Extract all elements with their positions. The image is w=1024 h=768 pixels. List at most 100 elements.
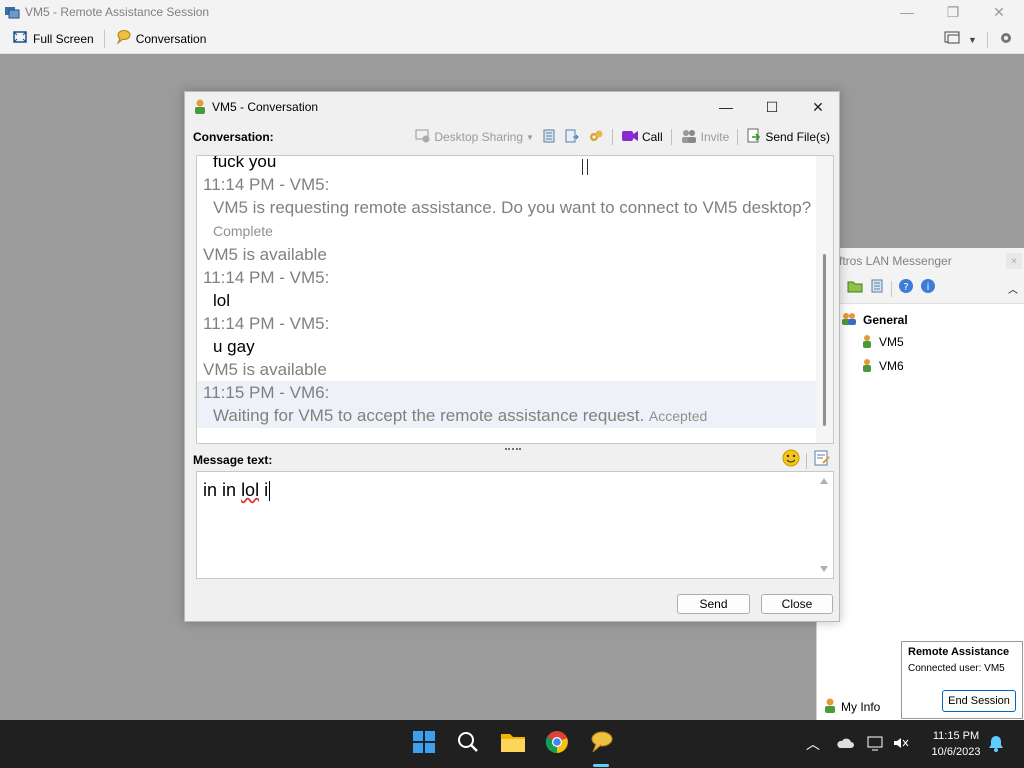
scroll-down-arrow-icon[interactable] — [820, 566, 828, 572]
status-label: Accepted — [648, 408, 708, 424]
monitor-icon — [944, 30, 962, 49]
remote-assistance-panel: Remote Assistance Connected user: VM5 En… — [901, 641, 1023, 719]
font-format-icon[interactable] — [813, 449, 831, 472]
help-icon[interactable]: ? — [898, 278, 914, 299]
close-button[interactable]: ✕ — [795, 92, 841, 122]
invite-button[interactable]: Invite — [677, 127, 733, 147]
volume-muted-icon[interactable] — [892, 735, 910, 754]
settings-gear-icon[interactable] — [998, 30, 1014, 49]
send-file-icon — [746, 128, 762, 147]
restore-button[interactable]: ❐ — [930, 0, 976, 24]
onedrive-icon[interactable] — [836, 736, 854, 753]
message-body: Waiting for VM5 to accept the remote ass… — [213, 406, 645, 425]
highlighted-message: 11:15 PM - VM6: Waiting for VM5 to accep… — [197, 381, 817, 428]
message-input-text[interactable]: in in lol i — [203, 480, 271, 502]
remote-assistance-icon — [4, 4, 20, 20]
message-text: Waiting for VM5 to accept the remote ass… — [197, 404, 817, 428]
toolbar-divider — [670, 129, 672, 145]
splitter-handle[interactable] — [505, 448, 521, 451]
user-vm6[interactable]: VM6 — [817, 354, 1024, 378]
desktop-sharing-label: Desktop Sharing — [434, 130, 524, 144]
notification-bell-icon[interactable] — [988, 734, 1004, 755]
call-button[interactable]: Call — [618, 127, 666, 147]
history-icon[interactable] — [869, 278, 885, 299]
invite-label: Invite — [700, 130, 730, 144]
availability-notice: VM5 is available — [203, 360, 327, 379]
message-input[interactable]: in in lol i — [196, 471, 834, 579]
user-icon — [823, 697, 837, 716]
message-text-label: Message text: — [193, 453, 273, 467]
chrome-button[interactable] — [541, 728, 573, 760]
chevron-down-icon: ▼ — [526, 132, 534, 142]
open-folder-icon[interactable] — [847, 278, 863, 299]
lan-title-bar: ftros LAN Messenger × — [817, 248, 1024, 274]
toolbar-divider — [737, 129, 739, 145]
close-button[interactable]: ✕ — [976, 0, 1022, 24]
windows-logo-icon — [412, 730, 436, 759]
message-text: lol — [213, 291, 231, 310]
transfers-icon — [564, 128, 580, 147]
start-button[interactable] — [408, 728, 440, 760]
conversation-label: Conversation: — [193, 130, 274, 144]
conversation-label: Conversation — [135, 31, 207, 46]
status-label: Complete — [213, 223, 273, 239]
emoticon-icon[interactable] — [782, 449, 800, 472]
toolbar-divider — [891, 280, 892, 297]
my-info-button[interactable]: My Info — [823, 697, 880, 716]
display-options[interactable]: ▼ — [944, 30, 1014, 49]
conversation-window: VM5 - Conversation — ☐ ✕ Conversation: D… — [184, 91, 840, 622]
group-general[interactable]: General — [817, 304, 1024, 330]
history-scrollbar[interactable] — [816, 156, 833, 443]
conversation-title-bar: VM5 - Conversation — ☐ ✕ — [185, 92, 839, 122]
conversation-button[interactable]: Conversation — [109, 28, 213, 50]
history-button[interactable] — [539, 127, 559, 147]
toolbar-divider — [986, 31, 988, 48]
search-button[interactable] — [452, 728, 484, 760]
availability-notice: VM5 is available — [203, 245, 327, 264]
minimize-button[interactable]: — — [703, 92, 749, 122]
message-input-word: in — [203, 480, 218, 500]
text-caret — [269, 481, 271, 502]
message-input-word: i — [264, 480, 269, 500]
message-input-word: in — [222, 480, 237, 500]
message-header: 11:14 PM - VM5: — [203, 314, 330, 333]
user-vm5[interactable]: VM5 — [817, 330, 1024, 354]
folder-icon — [500, 731, 526, 758]
ra-window-title: VM5 - Remote Assistance Session — [25, 5, 210, 19]
message-body: VM5 is requesting remote assistance. Do … — [213, 198, 812, 217]
lan-messenger-taskbar-button[interactable] — [585, 728, 617, 760]
send-files-button[interactable]: Send File(s) — [743, 127, 833, 147]
clock-date: 10/6/2023 — [931, 746, 981, 758]
chevron-up-icon[interactable]: ︿ — [1008, 281, 1018, 296]
maximize-button[interactable]: ☐ — [749, 92, 795, 122]
minimize-button[interactable]: — — [884, 0, 930, 24]
user-name: VM5 — [879, 335, 904, 349]
end-session-button[interactable]: End Session — [942, 690, 1016, 712]
group-users-icon — [841, 312, 857, 329]
conversation-window-title: VM5 - Conversation — [212, 100, 319, 114]
plugins-button[interactable] — [585, 127, 607, 147]
toolbar-divider — [103, 29, 105, 48]
text-cursor-icon — [582, 159, 588, 175]
network-icon[interactable] — [866, 735, 884, 754]
scrollbar-thumb[interactable] — [823, 254, 826, 426]
conversation-history[interactable]: fuck you 11:14 PM - VM5: VM5 is requesti… — [196, 155, 834, 444]
conversation-toolbar: Conversation: Desktop Sharing ▼ Call Inv… — [193, 126, 833, 148]
desktop-sharing-button[interactable]: Desktop Sharing ▼ — [412, 127, 537, 147]
message-text: VM5 is requesting remote assistance. Do … — [197, 196, 817, 243]
chevron-up-icon[interactable]: ︿ — [806, 734, 820, 754]
gear-icon — [588, 128, 604, 147]
toolbar-divider — [611, 129, 613, 145]
input-scrollbar[interactable] — [816, 472, 833, 578]
send-button[interactable]: Send — [677, 594, 750, 614]
svg-text:?: ? — [903, 282, 908, 293]
scroll-up-arrow-icon[interactable] — [820, 478, 828, 484]
transfers-button[interactable] — [561, 127, 583, 147]
info-icon[interactable]: i — [920, 278, 936, 299]
close-dialog-button[interactable]: Close — [761, 594, 833, 614]
full-screen-button[interactable]: Full Screen — [6, 28, 100, 50]
lan-close-button[interactable]: × — [1006, 253, 1022, 269]
file-explorer-button[interactable] — [497, 728, 529, 760]
invite-users-icon — [680, 128, 698, 147]
system-clock[interactable]: 11:15 PM 10/6/2023 — [918, 728, 994, 760]
